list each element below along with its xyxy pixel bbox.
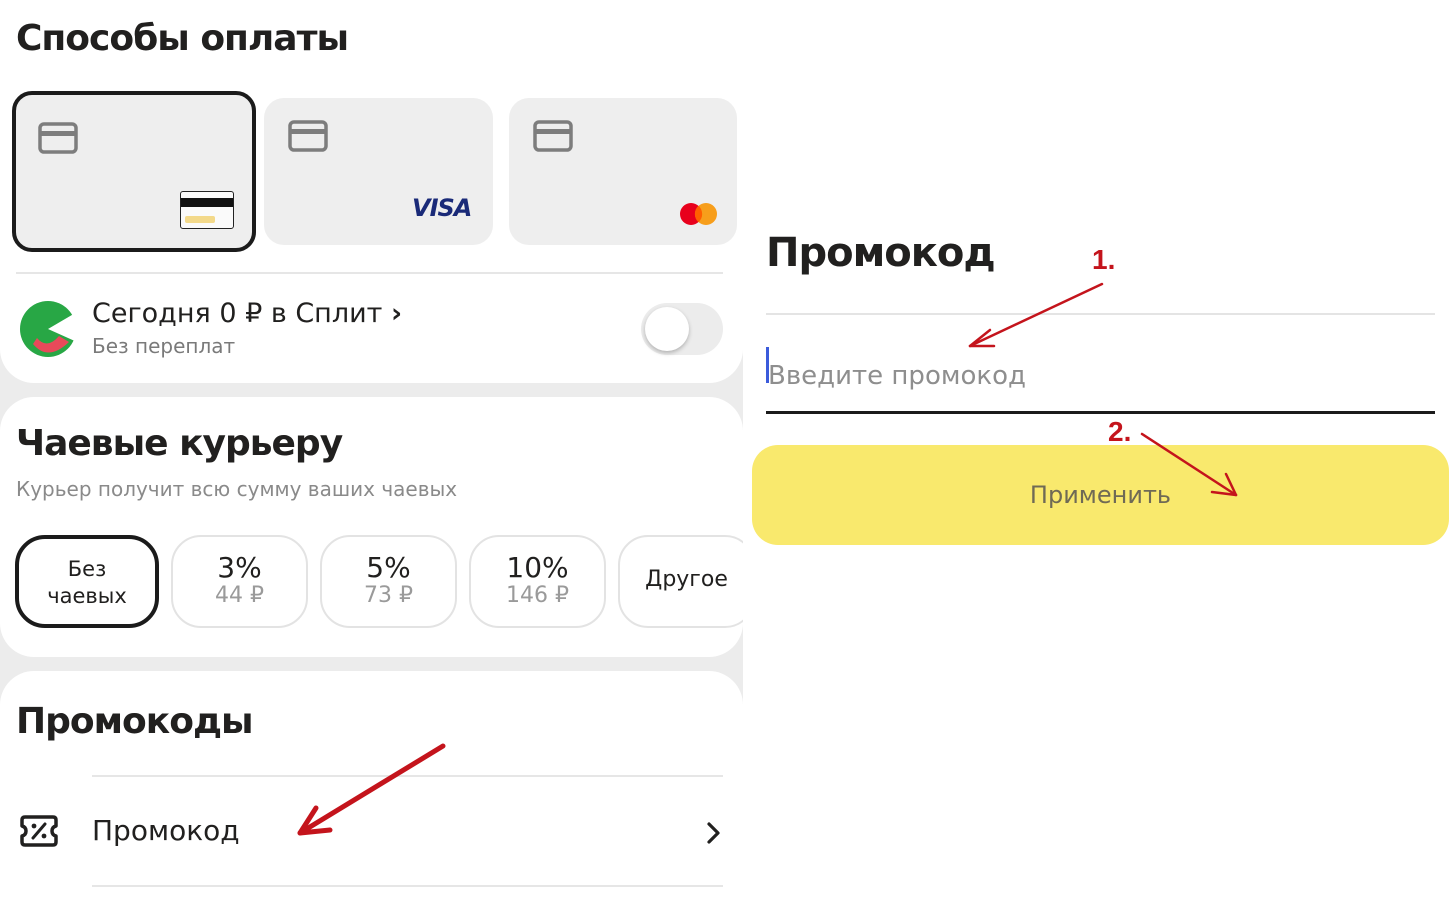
split-title[interactable]: Сегодня 0 ₽ в Сплит › xyxy=(92,298,402,329)
tips-section: Чаевые курьеру Курьер получит всю сумму … xyxy=(0,397,743,657)
payment-methods-section: Способы оплаты VISA Сегодня 0 ₽ в Сплит … xyxy=(0,0,743,383)
tips-subtitle: Курьер получит всю сумму ваших чаевых xyxy=(16,477,458,501)
payment-card-visa[interactable]: VISA xyxy=(264,98,493,245)
tip-option-5[interactable]: 5% 73 ₽ xyxy=(320,535,457,628)
card-icon xyxy=(533,120,573,152)
chevron-right-icon: › xyxy=(390,298,403,329)
divider xyxy=(92,775,723,777)
promocode-input[interactable] xyxy=(766,340,1435,414)
promocode-label: Промокод xyxy=(92,814,240,847)
tip-amount: 44 ₽ xyxy=(215,583,264,608)
tip-option-label: чаевых xyxy=(47,584,127,608)
toggle-knob xyxy=(645,307,689,351)
tip-amount: 73 ₽ xyxy=(364,583,413,608)
split-toggle[interactable] xyxy=(641,303,723,355)
tip-option-3[interactable]: 3% 44 ₽ xyxy=(171,535,308,628)
tip-amount: 146 ₽ xyxy=(506,583,569,608)
tip-percent: 5% xyxy=(366,551,411,584)
checkout-panel: Способы оплаты VISA Сегодня 0 ₽ в Сплит … xyxy=(0,0,743,903)
percent-ticket-icon xyxy=(20,815,58,847)
tip-option-label: Без xyxy=(67,557,107,581)
divider xyxy=(766,313,1435,315)
tip-option-label: Другое xyxy=(645,567,728,592)
payment-card-mastercard[interactable] xyxy=(509,98,737,245)
payment-card-bank[interactable] xyxy=(12,91,256,252)
split-logo-icon xyxy=(20,301,77,357)
tip-option-other[interactable]: Другое xyxy=(618,535,743,628)
promo-dialog: Промокод Применить xyxy=(743,0,1455,903)
card-icon xyxy=(38,122,78,154)
bank-card-icon xyxy=(180,191,234,229)
text-caret xyxy=(766,347,769,383)
divider xyxy=(92,885,723,887)
payment-methods-title: Способы оплаты xyxy=(16,18,349,59)
card-icon xyxy=(288,120,328,152)
annotation-step-2: 2. xyxy=(1108,416,1132,447)
apply-button[interactable]: Применить xyxy=(752,445,1449,545)
promo-dialog-title: Промокод xyxy=(766,230,996,276)
annotation-step-1: 1. xyxy=(1092,244,1116,275)
tips-title: Чаевые курьеру xyxy=(16,423,343,464)
tip-percent: 10% xyxy=(506,551,569,584)
promocode-row[interactable]: Промокод xyxy=(0,790,743,880)
split-title-text: Сегодня 0 ₽ в Сплит xyxy=(92,298,383,329)
divider xyxy=(16,272,723,274)
tip-percent: 3% xyxy=(217,551,262,584)
chevron-right-icon xyxy=(707,822,720,844)
mastercard-icon xyxy=(680,203,717,225)
visa-logo: VISA xyxy=(412,194,472,222)
promocodes-title: Промокоды xyxy=(16,701,254,742)
tip-option-none[interactable]: Без чаевых xyxy=(15,535,159,628)
tip-option-10[interactable]: 10% 146 ₽ xyxy=(469,535,606,628)
split-subtitle: Без переплат xyxy=(92,334,236,358)
